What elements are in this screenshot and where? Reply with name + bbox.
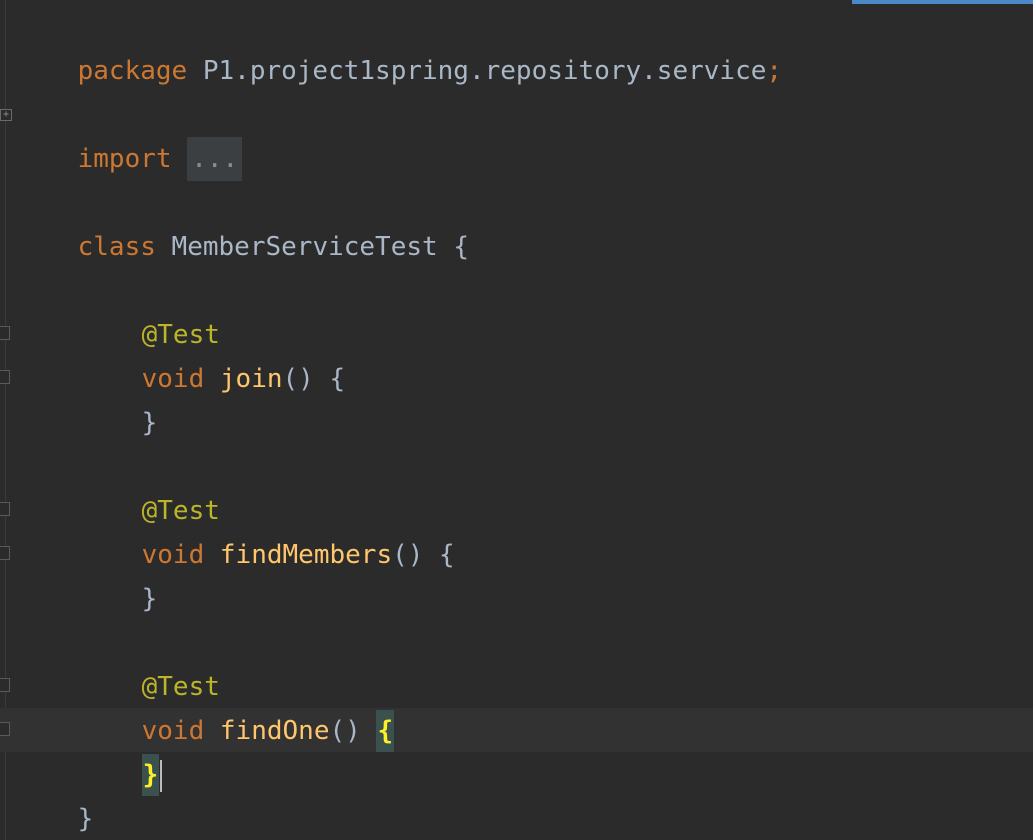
- fold-marker-icon[interactable]: [0, 678, 10, 692]
- code-line-package[interactable]: package P1.project1spring.repository.ser…: [15, 5, 782, 86]
- code-editor[interactable]: + package P1.project1spring.repository.s…: [0, 0, 1033, 840]
- class-name: MemberServiceTest {: [155, 232, 469, 262]
- fold-marker-icon[interactable]: [0, 546, 10, 560]
- keyword-import: import: [77, 144, 172, 174]
- keyword-package: package: [77, 56, 188, 86]
- close-brace: }: [141, 408, 158, 438]
- text-caret: [160, 759, 163, 792]
- code-line-method-findmembers[interactable]: void findMembers() {: [79, 489, 455, 570]
- method-name: findMembers: [219, 540, 393, 570]
- matched-open-brace: {: [376, 710, 395, 752]
- method-name: findOne: [219, 716, 330, 746]
- method-signature: () {: [392, 540, 455, 570]
- code-line-annotation[interactable]: @Test: [79, 621, 220, 702]
- close-brace: }: [141, 584, 158, 614]
- fold-plus-icon[interactable]: +: [0, 109, 12, 121]
- fold-marker-icon[interactable]: [0, 326, 10, 340]
- class-close-brace: }: [77, 804, 94, 834]
- method-signature: () {: [282, 364, 346, 394]
- fold-marker-icon[interactable]: [0, 502, 10, 516]
- code-line-close-brace-current[interactable]: }: [79, 709, 163, 796]
- code-line-close-brace[interactable]: }: [79, 533, 158, 614]
- code-line-method-findone[interactable]: void findOne() {: [79, 665, 395, 752]
- code-line-class[interactable]: class MemberServiceTest {: [15, 181, 469, 262]
- code-line-annotation[interactable]: @Test: [79, 445, 220, 526]
- code-line-import[interactable]: import ...: [15, 93, 243, 181]
- folded-imports[interactable]: ...: [187, 137, 243, 181]
- method-name: join: [219, 364, 283, 394]
- fold-marker-icon[interactable]: [0, 370, 10, 384]
- semicolon: ;: [766, 56, 783, 86]
- code-line-close-brace[interactable]: }: [79, 357, 158, 438]
- keyword-class: class: [77, 232, 156, 262]
- matched-close-brace: }: [141, 754, 160, 796]
- fold-marker-icon[interactable]: [0, 722, 10, 736]
- code-line-class-close[interactable]: }: [15, 753, 94, 834]
- method-signature: (): [329, 716, 377, 746]
- tab-accent-bar: [852, 0, 1033, 4]
- code-line-method-join[interactable]: void join() {: [79, 313, 346, 394]
- code-line-annotation[interactable]: @Test: [79, 269, 220, 350]
- package-name: P1.project1spring.repository.service: [187, 56, 767, 86]
